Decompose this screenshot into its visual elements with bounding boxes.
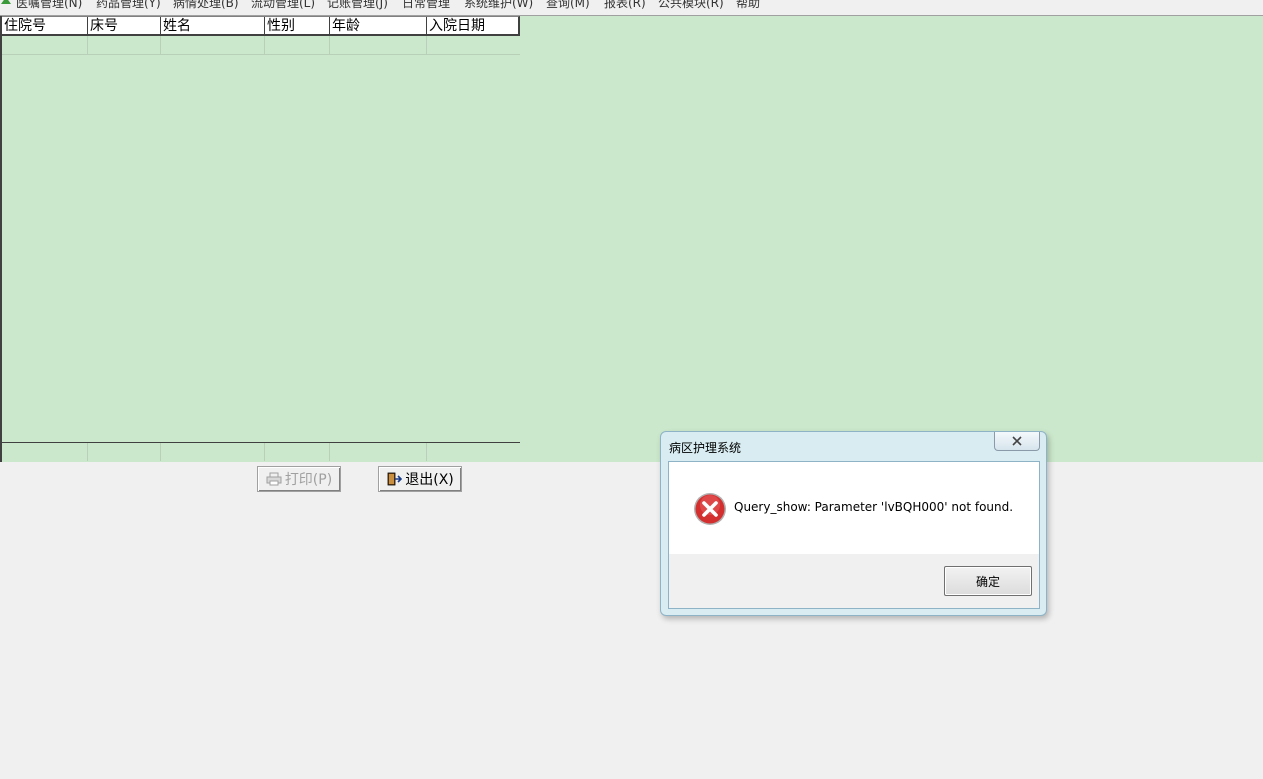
exit-button[interactable]: 退出(X) [378,466,462,492]
exit-door-icon [387,472,403,486]
column-header-bed-no[interactable]: 床号 [88,17,161,35]
table-row[interactable] [2,36,520,55]
dialog-message-area: Query_show: Parameter 'lvBQH000' not fou… [669,462,1039,554]
error-icon [694,493,726,525]
close-icon [1012,436,1022,446]
column-header-age[interactable]: 年龄 [330,17,427,35]
dialog-close-button[interactable] [994,432,1040,451]
grid-footer [2,442,520,462]
table-cell[interactable] [330,36,427,54]
grid-header: 住院号 床号 姓名 性别 年龄 入院日期 [2,16,520,36]
ok-button[interactable]: 确定 [944,566,1032,596]
app-window: 医嘱管理(N) 药品管理(Y) 病情处理(B) 流动管理(L) 记账管理(J) … [0,0,1263,779]
exit-button-label: 退出(X) [405,472,454,488]
menu-item-condition[interactable]: 病情处理(B) [173,0,239,11]
grid-area: 住院号 床号 姓名 性别 年龄 入院日期 [0,16,1263,462]
table-cell[interactable] [2,36,88,54]
menu-item-daily[interactable]: 日常管理 [402,0,450,11]
print-button-label: 打印(P) [284,472,333,488]
patient-grid[interactable]: 住院号 床号 姓名 性别 年龄 入院日期 [0,16,520,462]
table-cell[interactable] [265,36,330,54]
menu-item-query[interactable]: 查询(M) [546,0,590,11]
column-header-admission-no[interactable]: 住院号 [2,17,88,35]
dialog-body: Query_show: Parameter 'lvBQH000' not fou… [668,461,1040,609]
table-cell[interactable] [88,36,161,54]
menu-item-flow[interactable]: 流动管理(L) [251,0,315,11]
dialog-title: 病区护理系统 [669,441,742,455]
menu-item-billing[interactable]: 记账管理(J) [327,0,388,11]
footer-cell [2,443,88,461]
print-button[interactable]: 打印(P) [257,466,341,492]
footer-cell [88,443,161,461]
table-cell[interactable] [427,36,520,54]
footer-cell [330,443,427,461]
app-icon [1,0,11,4]
menu-item-common[interactable]: 公共模块(R) [658,0,724,11]
column-header-gender[interactable]: 性别 [265,17,330,35]
menu-item-orders[interactable]: 医嘱管理(N) [16,0,82,11]
menu-item-system[interactable]: 系统维护(W) [464,0,533,11]
menu-bar: 医嘱管理(N) 药品管理(Y) 病情处理(B) 流动管理(L) 记账管理(J) … [0,0,1263,16]
menu-item-drugs[interactable]: 药品管理(Y) [96,0,161,11]
dialog-message: Query_show: Parameter 'lvBQH000' not fou… [734,500,1014,514]
footer-cell [161,443,265,461]
column-header-admission-date[interactable]: 入院日期 [427,17,520,35]
table-cell[interactable] [161,36,265,54]
footer-cell [265,443,330,461]
column-header-name[interactable]: 姓名 [161,17,265,35]
error-dialog: 病区护理系统 Query_show: Parameter 'lvBQH000' … [660,431,1047,616]
printer-icon [266,472,282,486]
menu-item-help[interactable]: 帮助 [736,0,760,11]
menu-item-reports[interactable]: 报表(R) [604,0,646,11]
